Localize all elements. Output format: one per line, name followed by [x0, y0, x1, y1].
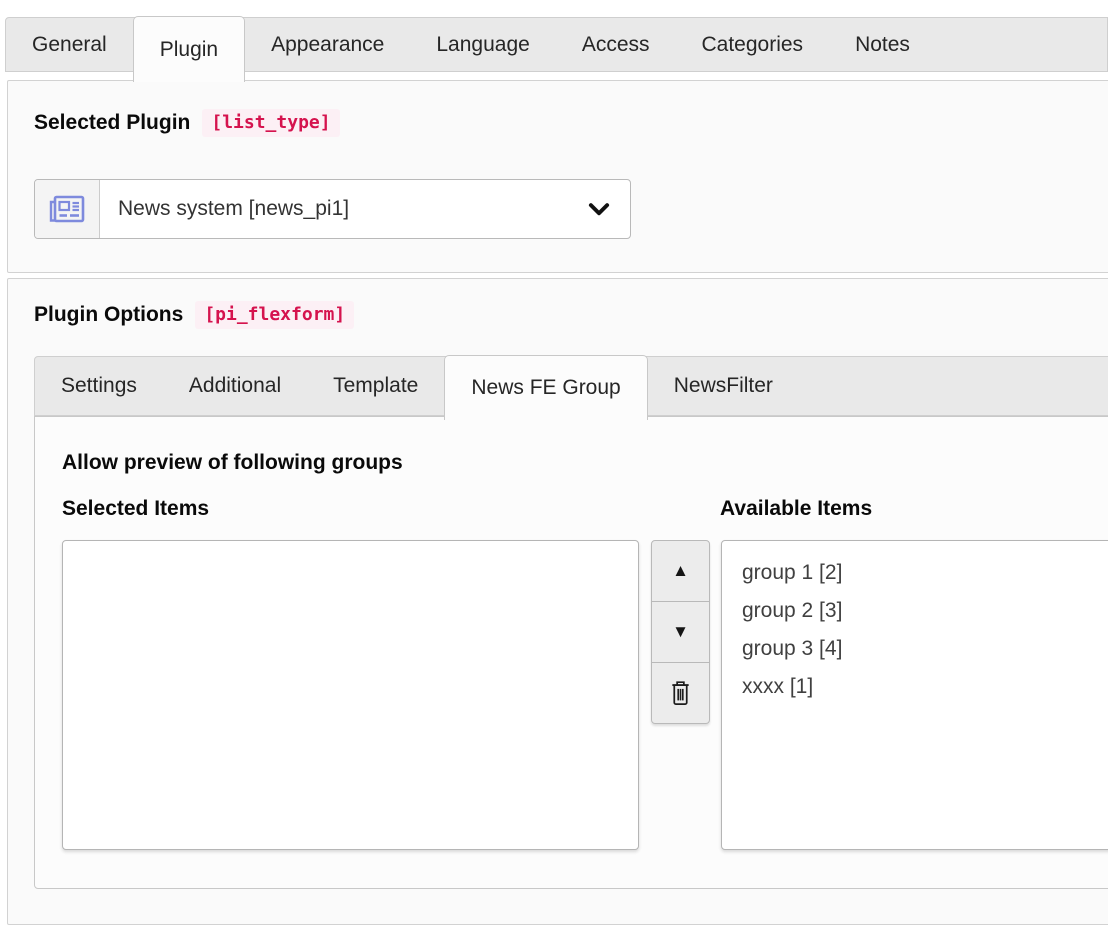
- plugin-options-header: Plugin Options [pi_flexform]: [34, 301, 354, 329]
- tab-additional[interactable]: Additional: [163, 357, 307, 415]
- tab-settings[interactable]: Settings: [35, 357, 163, 415]
- list-item[interactable]: group 2 [3]: [722, 592, 1108, 630]
- plugin-select-value: News system [news_pi1]: [100, 180, 588, 238]
- field-code-badge: [list_type]: [202, 109, 339, 137]
- tab-template[interactable]: Template: [307, 357, 444, 415]
- plugin-select[interactable]: News system [news_pi1]: [34, 179, 631, 239]
- field-code-badge: [pi_flexform]: [195, 301, 354, 329]
- list-item[interactable]: xxxx [1]: [722, 668, 1108, 706]
- selected-items-list: [63, 541, 638, 554]
- selected-plugin-header: Selected Plugin [list_type]: [34, 109, 340, 137]
- tab-appearance[interactable]: Appearance: [245, 18, 410, 71]
- record-edit-form: General Plugin Appearance Language Acces…: [0, 0, 1108, 936]
- newspaper-icon: [49, 195, 85, 223]
- allow-preview-label: Allow preview of following groups: [62, 451, 403, 475]
- news-fe-group-tab-content: Allow preview of following groups Select…: [34, 416, 1108, 889]
- remove-item-button[interactable]: [651, 662, 710, 724]
- list-item[interactable]: group 1 [2]: [722, 554, 1108, 592]
- list-control-buttons: ▲ ▼: [651, 540, 710, 724]
- chevron-down-icon: [588, 180, 630, 238]
- record-tab-bar: General Plugin Appearance Language Acces…: [5, 17, 1108, 72]
- selected-plugin-panel: Selected Plugin [list_type]: [7, 80, 1108, 273]
- arrow-down-icon: ▼: [672, 622, 689, 642]
- arrow-up-icon: ▲: [672, 561, 689, 581]
- flexform-tab-bar: Settings Additional Template News FE Gro…: [34, 356, 1108, 416]
- tab-news-fe-group[interactable]: News FE Group: [444, 355, 647, 420]
- move-up-button[interactable]: ▲: [651, 540, 710, 602]
- tab-newsfilter[interactable]: NewsFilter: [648, 357, 799, 415]
- tab-notes[interactable]: Notes: [829, 18, 936, 71]
- selected-items-label: Selected Items: [62, 497, 209, 521]
- selected-plugin-title: Selected Plugin: [34, 111, 190, 135]
- available-items-label: Available Items: [720, 497, 872, 521]
- trash-icon: [669, 680, 692, 707]
- list-item[interactable]: group 3 [4]: [722, 630, 1108, 668]
- tab-language[interactable]: Language: [410, 18, 555, 71]
- available-items-list: group 1 [2] group 2 [3] group 3 [4] xxxx…: [722, 541, 1108, 706]
- tab-plugin[interactable]: Plugin: [133, 16, 245, 82]
- plugin-options-panel: Plugin Options [pi_flexform] Settings Ad…: [7, 278, 1108, 925]
- selected-items-listbox[interactable]: [62, 540, 639, 850]
- available-items-listbox[interactable]: group 1 [2] group 2 [3] group 3 [4] xxxx…: [721, 540, 1108, 850]
- plugin-select-addon: [35, 180, 100, 238]
- plugin-options-title: Plugin Options: [34, 303, 183, 327]
- tab-access[interactable]: Access: [556, 18, 676, 71]
- tab-general[interactable]: General: [6, 18, 133, 71]
- move-down-button[interactable]: ▼: [651, 601, 710, 663]
- tab-categories[interactable]: Categories: [676, 18, 830, 71]
